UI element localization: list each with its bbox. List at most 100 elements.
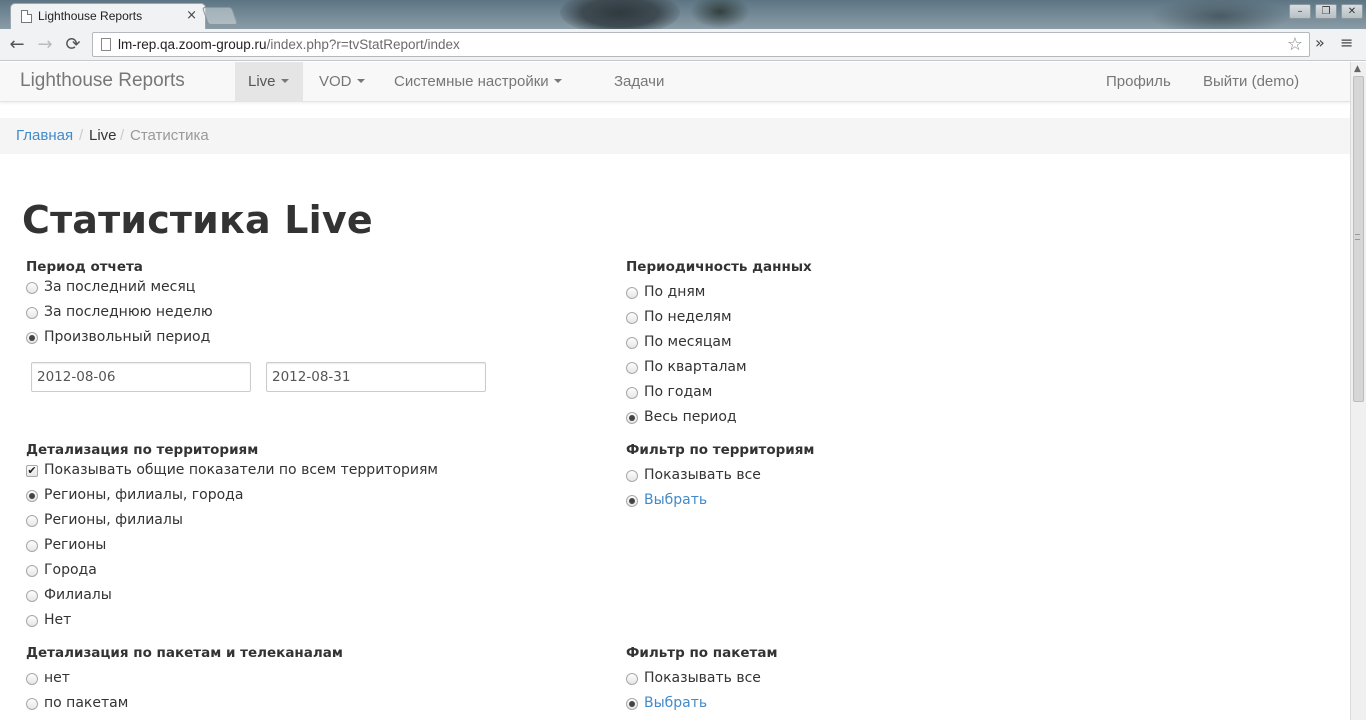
radio-button[interactable] (626, 673, 638, 685)
nav-live-label: Live (248, 73, 276, 90)
caret-down-icon (553, 79, 562, 84)
package-filter-label: Фильтр по пакетам (626, 645, 778, 661)
browser-titlebar: Lighthouse Reports × – ❐ ✕ (0, 0, 1366, 29)
option-label: Регионы, филиалы, города (44, 487, 244, 503)
radio-button[interactable] (26, 590, 38, 602)
option-label: За последнюю неделю (44, 304, 213, 320)
url-text: lm-rep.qa.zoom-group.ru/index.php?r=tvSt… (118, 37, 460, 52)
caret-down-icon (280, 79, 289, 84)
breadcrumb-section: Live (89, 127, 117, 144)
option-label: По неделям (644, 309, 732, 325)
radio-button[interactable] (26, 307, 38, 319)
breadcrumb: Главная / Live / Статистика (0, 118, 1350, 154)
option-label: По кварталам (644, 359, 747, 375)
option-label: Показывать все (644, 670, 761, 686)
select-territories-link[interactable]: Выбрать (644, 492, 707, 508)
package-detail-label: Детализация по пакетам и телеканалам (26, 645, 343, 661)
nav-profile[interactable]: Профиль (1106, 62, 1171, 102)
page-favicon-icon (21, 10, 32, 23)
browser-tab[interactable]: Lighthouse Reports × (10, 3, 206, 29)
option-label: по пакетам (44, 695, 129, 711)
nav-vod-label: VOD (319, 73, 352, 90)
radio-button[interactable] (626, 312, 638, 324)
close-window-button[interactable]: ✕ (1341, 4, 1363, 19)
nav-system-settings[interactable]: Системные настройки (394, 62, 562, 102)
new-tab-button[interactable] (201, 7, 239, 25)
checkbox-checked[interactable]: ✔ (26, 465, 38, 477)
option-label: По месяцам (644, 334, 732, 350)
radio-button-checked[interactable] (626, 412, 638, 424)
option-label: Показывать все (644, 467, 761, 483)
radio-button-checked[interactable] (626, 495, 638, 507)
territory-filter-label: Фильтр по территориям (626, 442, 815, 458)
page-title: Статистика Live (22, 198, 373, 242)
date-to-input[interactable] (266, 362, 486, 392)
tab-title: Lighthouse Reports (38, 9, 143, 23)
option-label: Города (44, 562, 97, 578)
caret-down-icon (356, 79, 365, 84)
bookmark-star-icon[interactable]: ☆ (1287, 34, 1303, 55)
radio-button[interactable] (626, 337, 638, 349)
page-icon (101, 38, 111, 51)
back-arrow-icon[interactable]: ← (6, 34, 28, 56)
minimize-button[interactable]: – (1289, 4, 1311, 19)
nav-logout[interactable]: Выйти (demo) (1203, 62, 1299, 102)
radio-button-checked[interactable] (26, 332, 38, 344)
scroll-up-arrow-icon[interactable]: ▲ (1354, 64, 1361, 74)
select-packages-link[interactable]: Выбрать (644, 695, 707, 711)
maximize-button[interactable]: ❐ (1315, 4, 1337, 19)
vertical-scrollbar[interactable]: ▲ (1350, 62, 1366, 720)
nav-vod[interactable]: VOD (319, 62, 365, 102)
radio-button[interactable] (626, 287, 638, 299)
option-label: За последний месяц (44, 279, 196, 295)
option-label: По дням (644, 284, 706, 300)
radio-button[interactable] (626, 470, 638, 482)
browser-menu-icon[interactable]: ≡ (1340, 33, 1353, 52)
wallpaper-decoration (690, 0, 750, 29)
option-label: Весь период (644, 409, 737, 425)
radio-button-checked[interactable] (626, 698, 638, 710)
wallpaper-decoration (560, 0, 680, 29)
forward-arrow-icon[interactable]: → (34, 34, 56, 56)
tab-close-icon[interactable]: × (186, 8, 197, 23)
radio-button[interactable] (26, 673, 38, 685)
radio-button[interactable] (626, 387, 638, 399)
territory-detail-label: Детализация по территориям (26, 442, 259, 458)
nav-tasks-label: Задачи (614, 73, 665, 90)
option-label: Регионы, филиалы (44, 512, 183, 528)
radio-button[interactable] (626, 362, 638, 374)
breadcrumb-home-link[interactable]: Главная (16, 127, 73, 144)
radio-button[interactable] (26, 540, 38, 552)
scrollbar-grip-icon (1355, 234, 1360, 240)
radio-button[interactable] (26, 698, 38, 710)
radio-button-checked[interactable] (26, 490, 38, 502)
page-viewport: Lighthouse Reports Live VOD Системные на… (0, 62, 1350, 720)
nav-system-settings-label: Системные настройки (394, 73, 549, 90)
brand-logo[interactable]: Lighthouse Reports (20, 70, 185, 92)
radio-button[interactable] (26, 282, 38, 294)
breadcrumb-separator: / (79, 127, 84, 144)
breadcrumb-separator: / (120, 127, 125, 144)
nav-tasks[interactable]: Задачи (614, 62, 664, 102)
extensions-chevron-icon[interactable]: » (1315, 33, 1325, 52)
option-label: Филиалы (44, 587, 112, 603)
option-label: нет (44, 670, 70, 686)
option-label: По годам (644, 384, 713, 400)
option-label: Произвольный период (44, 329, 211, 345)
top-navbar: Lighthouse Reports Live VOD Системные на… (0, 62, 1350, 102)
reload-icon[interactable]: ⟳ (62, 34, 84, 56)
nav-live[interactable]: Live (235, 62, 303, 102)
option-label: Нет (44, 612, 72, 628)
browser-toolbar: ← → ⟳ lm-rep.qa.zoom-group.ru/index.php?… (0, 29, 1366, 61)
data-frequency-label: Периодичность данных (626, 259, 812, 275)
address-bar[interactable]: lm-rep.qa.zoom-group.ru/index.php?r=tvSt… (92, 32, 1310, 57)
option-label: Показывать общие показатели по всем терр… (44, 462, 438, 478)
radio-button[interactable] (26, 615, 38, 627)
date-from-input[interactable] (31, 362, 251, 392)
option-label: Регионы (44, 537, 107, 553)
report-period-label: Период отчета (26, 259, 143, 275)
wallpaper-decoration (1150, 0, 1290, 29)
breadcrumb-current: Статистика (130, 127, 209, 144)
radio-button[interactable] (26, 565, 38, 577)
radio-button[interactable] (26, 515, 38, 527)
